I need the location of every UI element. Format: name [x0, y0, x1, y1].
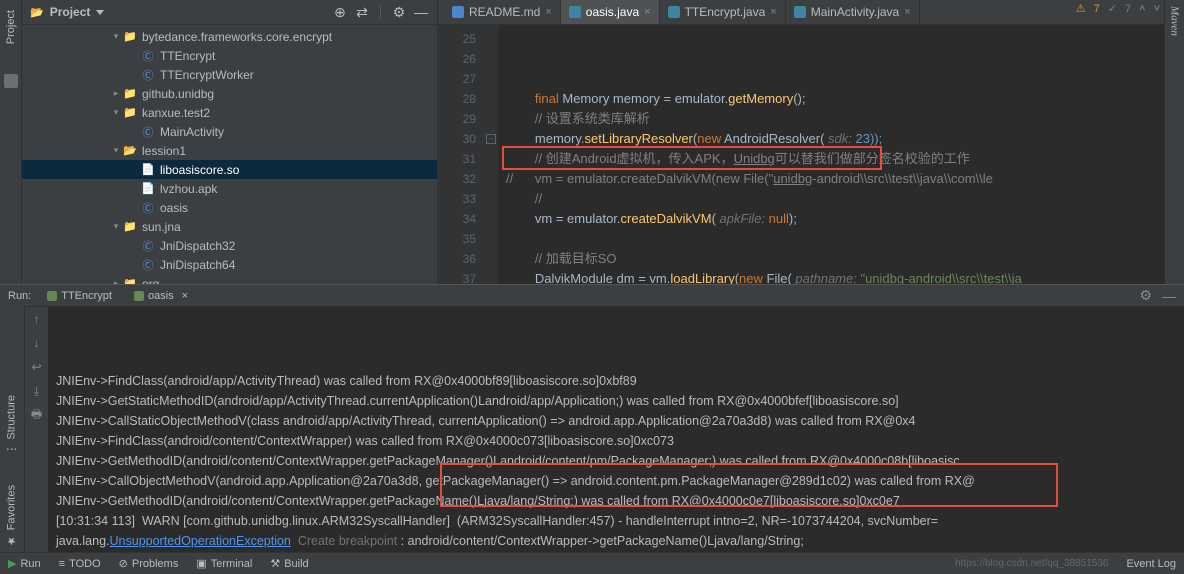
pkg-icon — [122, 276, 138, 285]
pkg-icon — [122, 29, 138, 45]
fold-mark-icon[interactable]: – — [486, 134, 496, 144]
dropdown-icon[interactable] — [96, 10, 104, 15]
class-icon — [140, 124, 156, 140]
locate-icon[interactable]: ⊕ — [332, 4, 348, 20]
tree-item[interactable]: liboasiscore.so — [22, 160, 437, 179]
run-toolbar-2: ↑ ↓ ↩ ⤓ 🖶 — [24, 307, 48, 552]
pkg-icon — [122, 105, 138, 121]
chevron-down-icon[interactable]: ˅ — [1154, 3, 1160, 15]
left-tool-gutter: Project — [0, 0, 22, 284]
run-label: Run: — [8, 290, 31, 302]
structure-tool-label[interactable]: ⋮Structure — [5, 395, 18, 455]
tree-item[interactable]: lession1 — [22, 141, 437, 160]
tree-item[interactable]: JniDispatch64 — [22, 255, 437, 274]
expand-icon[interactable]: ⇄ — [354, 4, 370, 20]
class-icon — [140, 48, 156, 64]
status-run[interactable]: ▶Run — [8, 557, 41, 570]
editor-tab[interactable]: MainActivity.java× — [786, 0, 920, 24]
file-icon — [140, 181, 156, 197]
gear-icon[interactable]: ⚙ — [1139, 287, 1152, 304]
console-output[interactable]: JNIEnv->FindClass(android/app/ActivityTh… — [48, 307, 1184, 552]
tree-item[interactable]: bytedance.frameworks.core.encrypt — [22, 27, 437, 46]
warning-icon: ⚠ — [1076, 2, 1086, 15]
project-header: Project ⊕ ⇄ ⚙ — — [22, 0, 437, 25]
maven-tool-label[interactable]: Maven — [1169, 6, 1181, 36]
folder-icon — [122, 143, 138, 159]
scroll-icon[interactable]: ⤓ — [29, 383, 45, 399]
wrap-icon[interactable]: ↩ — [29, 359, 45, 375]
close-icon[interactable]: × — [182, 290, 188, 302]
chevron-up-icon[interactable]: ˄ — [1139, 3, 1145, 15]
file-icon — [140, 162, 156, 178]
java-file-icon — [794, 6, 806, 18]
watermark-url: https://blog.csdn.net/qq_38851536 — [955, 558, 1108, 569]
run-tab-ttencrypt[interactable]: TTEncrypt — [41, 288, 118, 304]
hide-icon[interactable]: — — [413, 4, 429, 20]
right-tool-gutter: Maven — [1164, 0, 1184, 284]
status-terminal[interactable]: ▣Terminal — [196, 557, 252, 570]
left-gutter-lower: ⋮Structure ★Favorites — [0, 305, 22, 547]
class-icon — [140, 238, 156, 254]
down-icon[interactable]: ↓ — [29, 335, 45, 351]
md-file-icon — [452, 6, 464, 18]
tree-item[interactable]: TTEncryptWorker — [22, 65, 437, 84]
class-icon — [140, 257, 156, 273]
run-header: Run: TTEncrypt oasis× ⚙ — — [0, 285, 1184, 307]
editor-area: README.md×oasis.java×TTEncrypt.java×Main… — [438, 0, 1164, 284]
gear-icon[interactable]: ⚙ — [391, 4, 407, 20]
pkg-icon — [122, 86, 138, 102]
tree-item[interactable]: MainActivity — [22, 122, 437, 141]
check-icon: ✓ — [1108, 2, 1117, 15]
tree-item[interactable]: JniDispatch32 — [22, 236, 437, 255]
editor-tab[interactable]: TTEncrypt.java× — [660, 0, 786, 24]
tree-item[interactable]: oasis — [22, 198, 437, 217]
status-eventlog[interactable]: Event Log — [1126, 558, 1176, 570]
close-icon[interactable]: × — [770, 6, 776, 18]
run-tab-oasis[interactable]: oasis× — [128, 288, 194, 304]
class-icon — [140, 200, 156, 216]
close-icon[interactable]: × — [644, 6, 650, 18]
editor-tab[interactable]: oasis.java× — [561, 0, 660, 24]
code-editor[interactable]: final Memory memory = emulator.getMemory… — [498, 25, 1164, 284]
folder-icon — [30, 5, 44, 19]
editor-tab-bar: README.md×oasis.java×TTEncrypt.java×Main… — [438, 0, 1164, 25]
inspection-widget[interactable]: ⚠7 ✓7 ˄ ˅ — [1076, 2, 1160, 15]
pkg-icon — [122, 219, 138, 235]
project-panel: Project ⊕ ⇄ ⚙ — bytedance.frameworks.cor… — [22, 0, 438, 284]
project-tool-label[interactable]: Project — [5, 6, 17, 48]
java-file-icon — [668, 6, 680, 18]
status-bar: ▶Run ≡TODO ⊘Problems ▣Terminal ⚒Build ht… — [0, 552, 1184, 574]
status-todo[interactable]: ≡TODO — [59, 558, 101, 570]
class-icon — [140, 67, 156, 83]
tree-item[interactable]: github.unidbg — [22, 84, 437, 103]
close-icon[interactable]: × — [904, 6, 910, 18]
favorites-tool-label[interactable]: ★Favorites — [5, 485, 18, 547]
run-tool-window: Run: TTEncrypt oasis× ⚙ — ▶ ■ 📷 ▣ ⎋ 🗑 ↑ … — [0, 284, 1184, 552]
editor-tab[interactable]: README.md× — [444, 0, 561, 24]
stacktrace-link[interactable]: UnsupportedOperationException — [110, 534, 291, 548]
status-problems[interactable]: ⊘Problems — [119, 557, 179, 570]
minimize-icon[interactable]: — — [1162, 288, 1176, 304]
close-icon[interactable]: × — [545, 6, 551, 18]
left-gutter-icon[interactable] — [4, 74, 18, 88]
java-file-icon — [569, 6, 581, 18]
line-gutter[interactable]: 25262728293031323334353637 — [438, 25, 484, 284]
tree-item[interactable]: sun.jna — [22, 217, 437, 236]
tree-item[interactable]: org — [22, 274, 437, 284]
tree-item[interactable]: kanxue.test2 — [22, 103, 437, 122]
tree-item[interactable]: TTEncrypt — [22, 46, 437, 65]
status-build[interactable]: ⚒Build — [270, 557, 308, 570]
project-title: Project — [50, 5, 91, 19]
tree-item[interactable]: lvzhou.apk — [22, 179, 437, 198]
fold-gutter[interactable]: – — [484, 25, 498, 284]
project-tree[interactable]: bytedance.frameworks.core.encryptTTEncry… — [22, 25, 437, 284]
print-icon[interactable]: 🖶 — [29, 407, 45, 423]
up-icon[interactable]: ↑ — [29, 311, 45, 327]
